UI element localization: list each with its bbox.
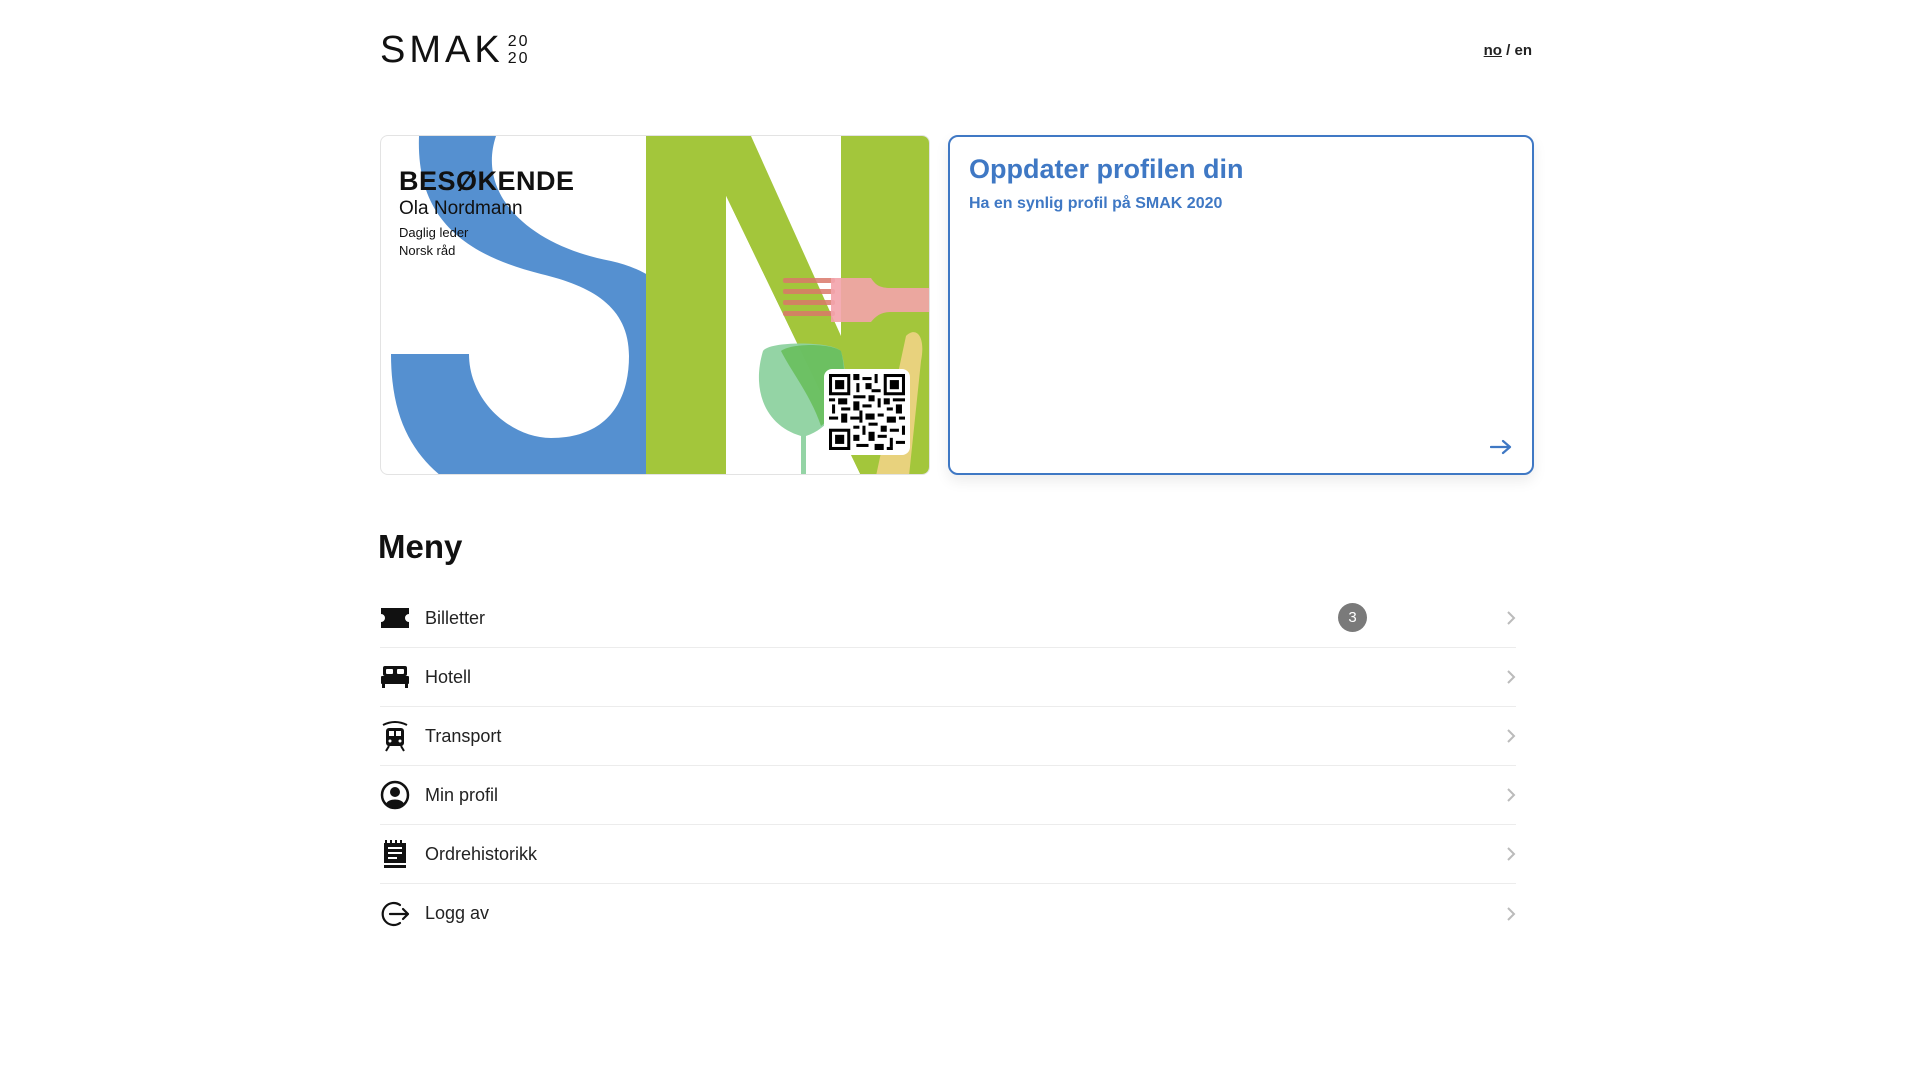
promo-title: Oppdater profilen din: [969, 154, 1244, 184]
chevron-right-icon: [1507, 847, 1516, 861]
promo-subtitle: Ha en synlig profil på SMAK 2020: [969, 195, 1223, 212]
menu-item-label: Min profil: [425, 784, 499, 805]
logout-icon: [380, 899, 410, 929]
qr-code: [824, 369, 910, 455]
lang-en-link[interactable]: en: [1514, 42, 1532, 59]
user-circle-icon: [380, 780, 410, 810]
bed-icon: [380, 662, 410, 692]
menu-item-transport[interactable]: Transport: [380, 707, 1516, 766]
update-profile-card[interactable]: Oppdater profilen din Ha en synlig profi…: [948, 135, 1534, 475]
logo-year: 20 20: [508, 33, 530, 67]
menu-item-label: Ordrehistorikk: [425, 843, 538, 864]
tickets-count-badge: 3: [1338, 603, 1367, 632]
menu-item-min-profil[interactable]: Min profil: [380, 766, 1516, 825]
train-icon: [380, 721, 410, 752]
badge-job-title: Daglig leder: [399, 225, 469, 240]
menu-item-label: Hotell: [425, 666, 472, 687]
badge-role: BESØKENDE: [399, 166, 575, 196]
menu-item-label: Logg av: [425, 903, 490, 923]
menu-item-label: Transport: [425, 725, 502, 746]
menu-heading: Meny: [378, 528, 463, 565]
visitor-badge-card: BESØKENDE Ola Nordmann Daglig leder Nors…: [380, 135, 930, 475]
chevron-right-icon: [1507, 611, 1516, 625]
lang-no-link[interactable]: no: [1484, 42, 1502, 59]
badge-organization: Norsk råd: [399, 243, 456, 258]
menu-item-hotell[interactable]: Hotell: [380, 648, 1516, 707]
receipt-icon: [380, 839, 410, 869]
menu-item-billetter[interactable]: Billetter 3: [380, 589, 1516, 648]
chevron-right-icon: [1507, 729, 1516, 743]
header: SMAK 20 20 no / en: [380, 30, 1532, 80]
menu-item-label: Billetter: [425, 607, 486, 628]
language-switcher: no / en: [1484, 42, 1532, 59]
badge-info: BESØKENDE Ola Nordmann Daglig leder Nors…: [399, 166, 575, 260]
chevron-right-icon: [1507, 788, 1516, 802]
qr-code-icon: [829, 374, 905, 450]
chevron-right-icon: [1507, 906, 1516, 921]
logo-year-bottom: 20: [507, 50, 530, 67]
main-menu: Billetter 3 Hotell Transport Min profil …: [380, 589, 1516, 943]
ticket-icon: [380, 603, 410, 633]
menu-item-logg-av[interactable]: Logg av: [380, 884, 1516, 943]
logo-text: SMAK: [380, 29, 504, 71]
chevron-right-icon: [1507, 670, 1516, 684]
smak-logo[interactable]: SMAK 20 20: [380, 30, 530, 70]
arrow-right-icon[interactable]: [1490, 439, 1512, 455]
badge-name: Ola Nordmann: [399, 198, 523, 219]
logo-year-top: 20: [507, 33, 530, 50]
menu-item-ordrehistorikk[interactable]: Ordrehistorikk: [380, 825, 1516, 884]
lang-separator: /: [1501, 42, 1515, 59]
